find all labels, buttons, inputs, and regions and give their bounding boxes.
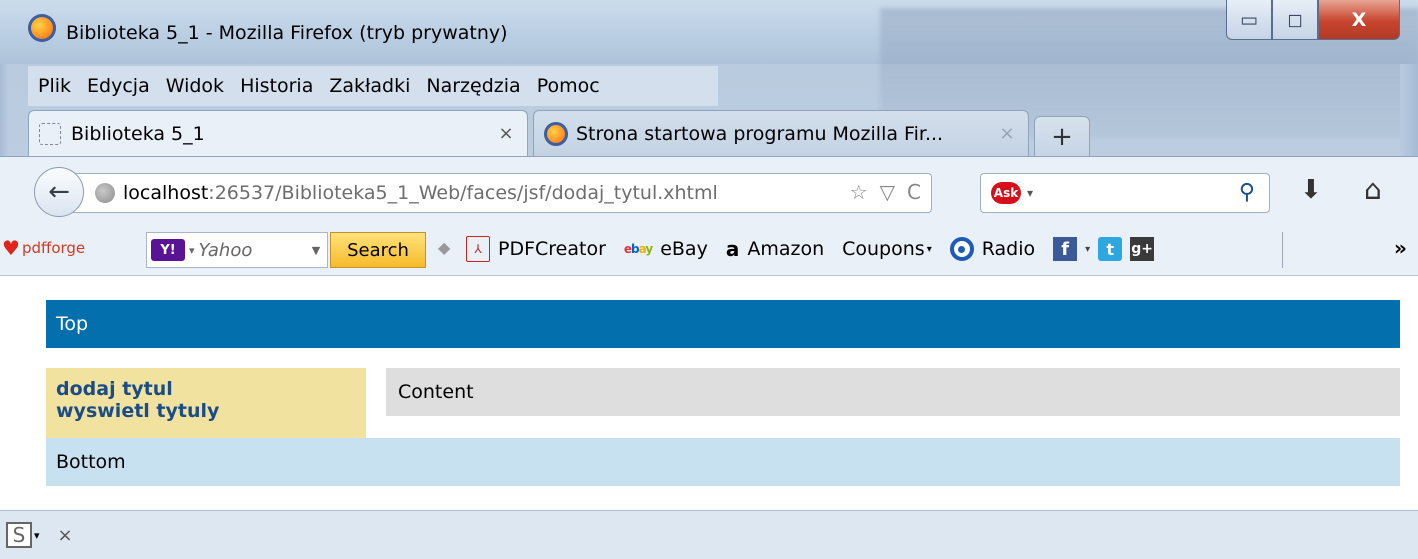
tab-label: Strona startowa programu Mozilla Fir... — [576, 122, 944, 145]
yahoo-dropdown-icon[interactable]: ▼ — [305, 244, 327, 257]
twitter-icon[interactable]: t — [1098, 237, 1123, 261]
bookmark-label: eBay — [660, 238, 708, 260]
more-bookmarks-chevron-icon[interactable]: » — [1394, 236, 1407, 260]
yahoo-logo-icon: Y! — [151, 239, 185, 261]
page-viewport: Top dodaj tytul wyswietl tytuly Content … — [0, 276, 1418, 510]
addon-s-icon[interactable]: S — [6, 522, 32, 548]
download-icon[interactable]: ⬇ — [1300, 175, 1322, 205]
menu-widok[interactable]: Widok — [158, 75, 232, 97]
amazon-icon: a — [725, 237, 740, 261]
facebook-caret-icon[interactable]: ▾ — [1085, 244, 1090, 255]
tab-strip: Biblioteka 5_1 × Strona startowa program… — [0, 106, 1418, 156]
tab-close-button[interactable]: × — [495, 123, 517, 144]
blank-page-icon — [39, 122, 61, 145]
menu-bar: Plik Edycja Widok Historia Zakładki Narz… — [28, 66, 718, 106]
window-title: Biblioteka 5_1 - Mozilla Firefox (tryb p… — [66, 22, 508, 44]
pdfforge-label: pdfforge — [21, 239, 86, 257]
coupons-caret-icon: ▾ — [926, 243, 932, 255]
url-host: localhost — [123, 182, 209, 204]
link-dodaj-tytul[interactable]: dodaj tytul — [56, 378, 366, 400]
bookmark-label: Amazon — [747, 238, 825, 260]
yahoo-placeholder: Yahoo — [198, 239, 253, 261]
link-wyswietl-tytuly[interactable]: wyswietl tytuly — [56, 400, 366, 422]
tab-strona-startowa[interactable]: Strona startowa programu Mozilla Fir... … — [533, 110, 1029, 156]
pdfforge-heart-icon: ♥ — [2, 236, 20, 260]
minimize-button[interactable]: ▭ — [1226, 0, 1272, 40]
tab-label: Biblioteka 5_1 — [71, 122, 205, 145]
search-box[interactable]: Ask ▾ ⚲ — [980, 173, 1270, 213]
layout-content: Content — [386, 368, 1400, 416]
yahoo-search-button[interactable]: Search — [330, 232, 426, 268]
navigation-toolbar: ← localhost :26537/Biblioteka5_1_Web/fac… — [0, 156, 1418, 224]
pdf-icon: ⅄ — [466, 236, 490, 262]
addon-bar-close-button[interactable]: × — [58, 525, 73, 546]
url-bar[interactable]: localhost :26537/Biblioteka5_1_Web/faces… — [64, 173, 932, 213]
addon-bar: S ▾ × — [0, 510, 1418, 559]
pdfforge-logo[interactable]: ♥ pdfforge — [2, 236, 85, 260]
search-engine-dropdown-icon[interactable]: ▾ — [1027, 186, 1033, 200]
back-button[interactable]: ← — [34, 167, 84, 217]
menu-historia[interactable]: Historia — [232, 75, 321, 97]
bookmark-star-icon[interactable]: ☆ — [850, 180, 868, 204]
radio-icon — [949, 237, 974, 261]
yahoo-caret-icon[interactable]: ▾ — [189, 244, 195, 257]
search-icon[interactable]: ⚲ — [1239, 180, 1255, 205]
firefox-icon — [544, 121, 568, 146]
close-window-button[interactable]: X — [1318, 0, 1400, 40]
url-dropdown-icon[interactable]: ▽ — [880, 180, 895, 204]
yahoo-search-input[interactable]: Y! ▾ Yahoo ▼ — [146, 232, 328, 268]
home-icon[interactable]: ⌂ — [1364, 173, 1382, 206]
bookmark-label: PDFCreator — [498, 238, 606, 260]
bookmark-radio[interactable]: Radio — [949, 237, 1036, 261]
tab-biblioteka[interactable]: Biblioteka 5_1 × — [28, 110, 528, 156]
bookmarks-toolbar: ♥ pdfforge Y! ▾ Yahoo ▼ Search ◆ ⅄ PDFCr… — [0, 224, 1418, 276]
bookmark-label: Radio — [981, 238, 1036, 260]
reload-icon[interactable]: C — [907, 180, 921, 204]
tab-close-button[interactable]: × — [996, 123, 1018, 144]
globe-icon — [95, 183, 115, 203]
bookmark-amazon[interactable]: a Amazon — [726, 237, 824, 261]
menu-zakladki[interactable]: Zakładki — [321, 75, 418, 97]
layout-left-menu: dodaj tytul wyswietl tytuly — [46, 368, 366, 438]
menu-plik[interactable]: Plik — [28, 75, 79, 97]
bookmark-ebay[interactable]: ebay eBay — [624, 238, 708, 260]
window-title-bar[interactable]: Biblioteka 5_1 - Mozilla Firefox (tryb p… — [0, 0, 1418, 138]
menu-narzedzia[interactable]: Narzędzia — [418, 75, 528, 97]
ebay-icon: ebay — [623, 242, 653, 256]
facebook-icon[interactable]: f — [1053, 237, 1078, 261]
firefox-logo-icon — [28, 14, 56, 42]
bookmark-pdfcreator[interactable]: ⅄ PDFCreator — [466, 236, 606, 262]
bookmark-coupons[interactable]: Coupons ▾ — [842, 238, 932, 260]
maximize-button[interactable]: ◻ — [1272, 0, 1318, 40]
toolbar-divider — [1282, 232, 1283, 268]
bookmark-label: Coupons — [842, 238, 925, 260]
ask-logo-icon[interactable]: Ask — [991, 182, 1021, 204]
toolbar-grip-icon[interactable]: ◆ — [438, 238, 450, 257]
layout-top: Top — [46, 300, 1400, 348]
layout-bottom: Bottom — [46, 438, 1400, 486]
addon-caret-icon[interactable]: ▾ — [34, 529, 40, 542]
menu-pomoc[interactable]: Pomoc — [529, 75, 608, 97]
social-buttons: f ▾ t g+ — [1053, 237, 1155, 261]
new-tab-button[interactable]: + — [1034, 116, 1090, 156]
url-path: :26537/Biblioteka5_1_Web/faces/jsf/dodaj… — [208, 182, 718, 204]
menu-edycja[interactable]: Edycja — [79, 75, 158, 97]
google-plus-icon[interactable]: g+ — [1130, 237, 1155, 261]
